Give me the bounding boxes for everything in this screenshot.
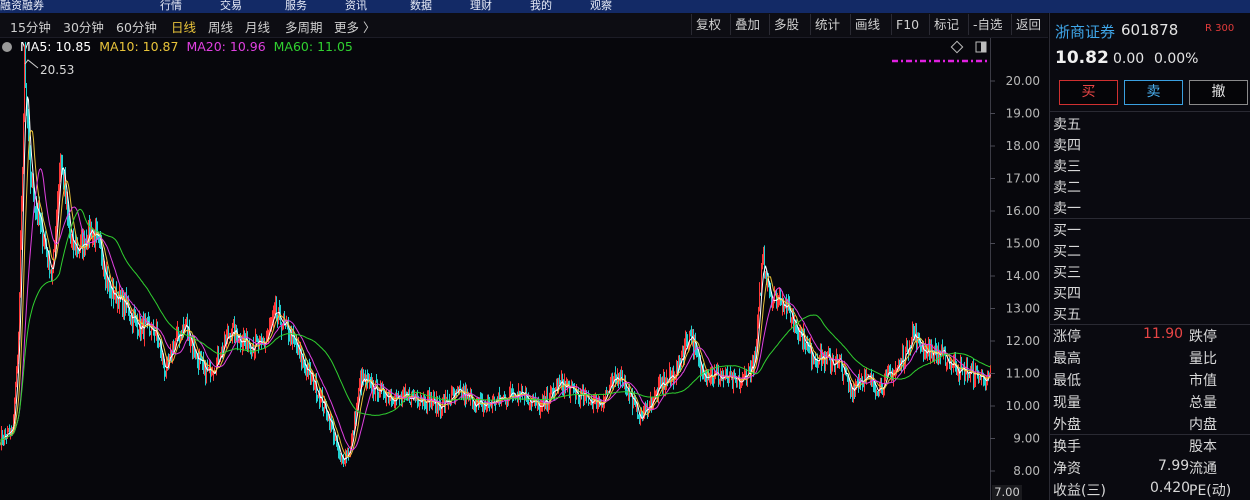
nav-item-6[interactable]: 理财 xyxy=(470,0,492,13)
y-tick-label: 8.00 xyxy=(1013,464,1040,478)
sell-button[interactable]: 卖 xyxy=(1124,80,1183,105)
period-more[interactable]: 更多 〉 xyxy=(334,17,375,36)
y-tick-label: 20.00 xyxy=(1006,74,1040,88)
limit-down-label: 跌停 xyxy=(1189,329,1217,345)
tool-mark-button[interactable]: 标记 xyxy=(929,14,963,35)
ask-row-2: 卖二 xyxy=(1053,180,1081,196)
tool-watchlist-button[interactable]: -自选 xyxy=(968,14,1007,35)
y-tick-label: 15.00 xyxy=(1006,237,1040,251)
top-navigation-strip: 融资融券 行情 交易 服务 资讯 数据 理财 我的 观察 xyxy=(0,0,1250,13)
ask-row-3: 卖三 xyxy=(1053,159,1081,175)
max-price-marker: 20.53 xyxy=(24,59,74,77)
limit-up-label: 涨停 xyxy=(1053,329,1081,345)
y-tick-label: 10.00 xyxy=(1006,399,1040,413)
buy-button[interactable]: 买 xyxy=(1059,80,1118,105)
price-change: 0.00 xyxy=(1113,51,1145,67)
quote-panel: 浙商证券 601878 R 300 10.82 0.00 0.00% 买 卖 撤… xyxy=(1049,13,1250,500)
ask-row-1: 卖一 xyxy=(1053,201,1081,217)
turnover-label: 换手 xyxy=(1053,439,1081,455)
last-price: 10.82 xyxy=(1055,48,1109,68)
period-monthly[interactable]: 月线 xyxy=(245,17,270,36)
stock-name: 浙商证券 xyxy=(1055,23,1116,41)
y-tick-label: 13.00 xyxy=(1006,302,1040,316)
share-capital-label: 股本 xyxy=(1189,439,1217,455)
tool-adjust-button[interactable]: 复权 xyxy=(691,14,725,35)
market-value-label: 市值 xyxy=(1189,373,1217,389)
stock-code: 601878 xyxy=(1121,21,1179,39)
net-asset-label: 净资 xyxy=(1053,461,1081,477)
period-daily[interactable]: 日线 xyxy=(171,17,196,36)
inner-volume-label: 内盘 xyxy=(1189,417,1217,433)
limit-up-value: 11.90 xyxy=(1143,326,1184,342)
divider xyxy=(1050,111,1250,112)
bid-row-1: 买一 xyxy=(1053,223,1081,239)
period-toolbar: 15分钟 30分钟 60分钟 日线 周线 月线 多周期 更多 〉 复权 叠加 多… xyxy=(0,13,1048,38)
volume-ratio-label: 量比 xyxy=(1189,351,1217,367)
bid-row-2: 买二 xyxy=(1053,244,1081,260)
net-asset-value: 7.99 xyxy=(1158,458,1190,474)
divider xyxy=(1050,218,1250,219)
y-tick-label: 18.00 xyxy=(1006,139,1040,153)
divider xyxy=(1050,324,1250,325)
nav-item-4[interactable]: 资讯 xyxy=(345,0,367,13)
outer-volume-label: 外盘 xyxy=(1053,417,1081,433)
kline-chart[interactable]: 20.00 19.00 18.00 17.00 16.00 15.00 14.00 13.00… xyxy=(0,38,1048,500)
y-tick-label: 11.00 xyxy=(1006,367,1040,381)
bid-row-3: 买三 xyxy=(1053,265,1081,281)
nav-item-2[interactable]: 交易 xyxy=(220,0,242,13)
cancel-button[interactable]: 撤 xyxy=(1189,80,1248,105)
y-axis: 20.00 19.00 18.00 17.00 16.00 15.00 14.00 13.00… xyxy=(990,74,1040,478)
period-60min[interactable]: 60分钟 xyxy=(116,17,157,36)
panel-toggle-icon[interactable] xyxy=(975,41,987,53)
y-tick-label: 16.00 xyxy=(1006,204,1040,218)
nav-item-5[interactable]: 数据 xyxy=(410,0,432,13)
total-volume-label: 总量 xyxy=(1189,395,1217,411)
y-axis-current-label: 7.00 xyxy=(992,485,1022,500)
earnings-label: 收益(三) xyxy=(1053,483,1106,499)
y-tick-label: 19.00 xyxy=(1006,107,1040,121)
diamond-icon[interactable] xyxy=(950,40,964,54)
period-weekly[interactable]: 周线 xyxy=(208,17,233,36)
y-tick-label: 12.00 xyxy=(1006,334,1040,348)
tool-f10-button[interactable]: F10 xyxy=(891,14,923,35)
y-tick-label: 9.00 xyxy=(1013,432,1040,446)
ask-row-4: 卖四 xyxy=(1053,138,1081,154)
nav-item-3[interactable]: 服务 xyxy=(285,0,307,13)
tool-draw-button[interactable]: 画线 xyxy=(850,14,884,35)
earnings-value: 0.420 xyxy=(1150,480,1191,496)
low-label: 最低 xyxy=(1053,373,1081,389)
period-multi[interactable]: 多周期 xyxy=(285,17,323,36)
tool-back-button[interactable]: 返回 xyxy=(1011,14,1045,35)
divider xyxy=(1050,434,1250,435)
max-price-label: 20.53 xyxy=(40,63,74,77)
nav-item-1[interactable]: 行情 xyxy=(160,0,182,13)
market-label: 融资融券 xyxy=(0,0,44,12)
ask-row-5: 卖五 xyxy=(1053,117,1081,133)
tool-overlay-button[interactable]: 叠加 xyxy=(730,14,764,35)
high-label: 最高 xyxy=(1053,351,1081,367)
tool-stats-button[interactable]: 统计 xyxy=(810,14,844,35)
period-15min[interactable]: 15分钟 xyxy=(10,17,51,36)
pe-label: PE(动) xyxy=(1189,483,1232,499)
tool-multistock-button[interactable]: 多股 xyxy=(769,14,803,35)
bid-row-4: 买四 xyxy=(1053,286,1081,302)
period-30min[interactable]: 30分钟 xyxy=(63,17,104,36)
nav-item-8[interactable]: 观察 xyxy=(590,0,612,13)
nav-item-7[interactable]: 我的 xyxy=(530,0,552,13)
y-tick-label: 17.00 xyxy=(1006,172,1040,186)
price-change-pct: 0.00% xyxy=(1154,51,1199,67)
y-tick-label: 14.00 xyxy=(1006,269,1040,283)
bid-row-5: 买五 xyxy=(1053,307,1081,323)
float-label: 流通 xyxy=(1189,461,1217,477)
current-volume-label: 现量 xyxy=(1053,395,1081,411)
stock-badge: R 300 xyxy=(1205,23,1235,34)
